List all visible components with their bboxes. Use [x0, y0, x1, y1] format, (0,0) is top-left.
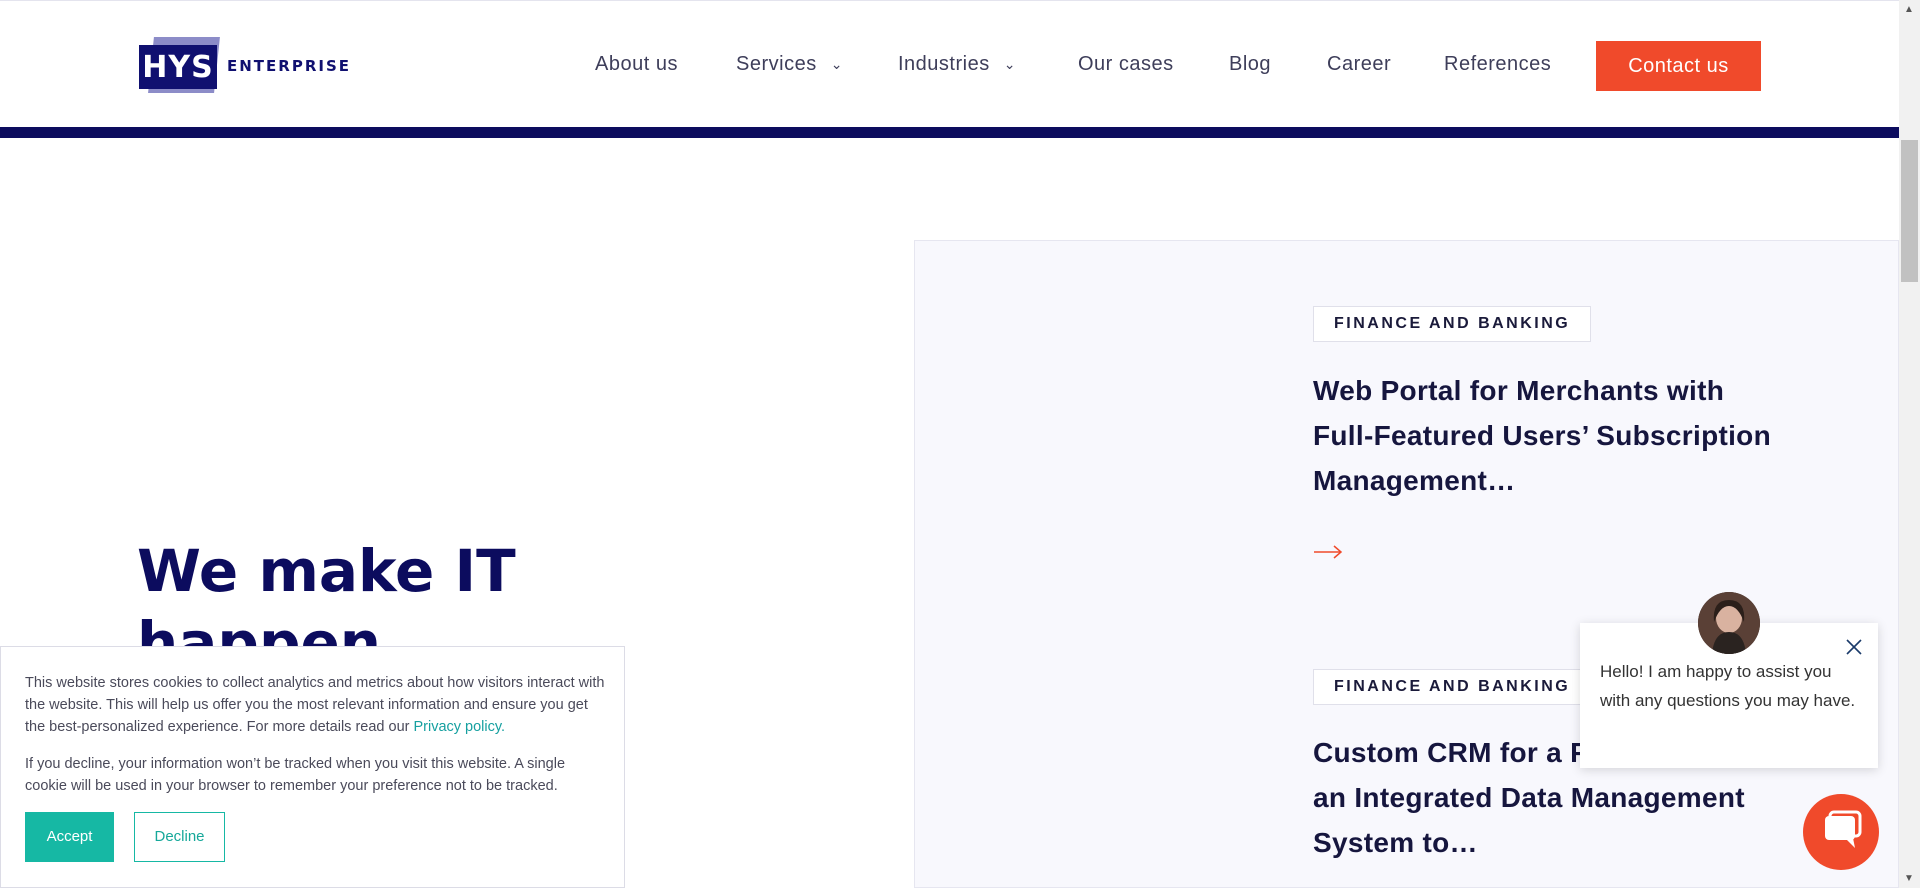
contact-us-button[interactable]: Contact us	[1596, 41, 1761, 91]
nav-services[interactable]: Services ⌄	[736, 53, 843, 76]
nav-our-cases[interactable]: Our cases	[1078, 53, 1174, 76]
cookie-text-1: This website stores cookies to collect a…	[25, 672, 605, 738]
cookie-banner: This website stores cookies to collect a…	[0, 646, 625, 888]
logo-text: ENTERPRISE	[227, 57, 352, 75]
nav-career[interactable]: Career	[1327, 53, 1391, 76]
logo-mark-text: HYS	[142, 49, 214, 85]
close-icon[interactable]	[1844, 637, 1864, 657]
header-divider	[0, 127, 1899, 138]
chevron-down-icon: ⌄	[830, 56, 843, 73]
privacy-policy-link[interactable]: Privacy policy	[413, 719, 501, 735]
nav-industries-label: Industries	[898, 53, 990, 75]
chevron-down-icon: ⌄	[1003, 56, 1016, 73]
hero-line-1: We make IT	[137, 537, 516, 605]
cookie-text-2: If you decline, your information won’t b…	[25, 756, 566, 794]
chat-launcher-button[interactable]	[1803, 794, 1879, 870]
logo-mark: HYS	[139, 45, 217, 89]
decline-button[interactable]: Decline	[134, 812, 225, 862]
case-tag[interactable]: FINANCE AND BANKING	[1313, 669, 1592, 705]
nav-services-label: Services	[736, 53, 817, 75]
nav-industries[interactable]: Industries ⌄	[898, 53, 1016, 76]
chat-icon	[1825, 810, 1862, 848]
logo[interactable]: HYS ENTERPRISE	[137, 35, 349, 97]
nav-blog[interactable]: Blog	[1229, 53, 1271, 76]
accept-button[interactable]: Accept	[25, 812, 114, 862]
scroll-down-icon[interactable]: ▼	[1904, 873, 1914, 884]
chat-message: Hello! I am happy to assist you with any…	[1600, 662, 1856, 710]
scroll-up-icon[interactable]: ▲	[1904, 4, 1914, 15]
case-title[interactable]: Web Portal for Merchants with Full-Featu…	[1313, 368, 1783, 503]
nav-references[interactable]: References	[1444, 53, 1551, 76]
nav-about-us[interactable]: About us	[595, 53, 678, 76]
scroll-thumb[interactable]	[1901, 140, 1918, 282]
cookie-text-1-body: This website stores cookies to collect a…	[25, 675, 605, 735]
arrow-right-icon[interactable]	[1313, 544, 1343, 560]
site-header: HYS ENTERPRISE About us Services ⌄ Indust…	[0, 0, 1899, 127]
page-scrollbar[interactable]: ▲ ▼	[1899, 0, 1920, 888]
case-tag[interactable]: FINANCE AND BANKING	[1313, 306, 1592, 342]
avatar	[1698, 592, 1760, 654]
cookie-text-1-end: .	[501, 719, 506, 735]
